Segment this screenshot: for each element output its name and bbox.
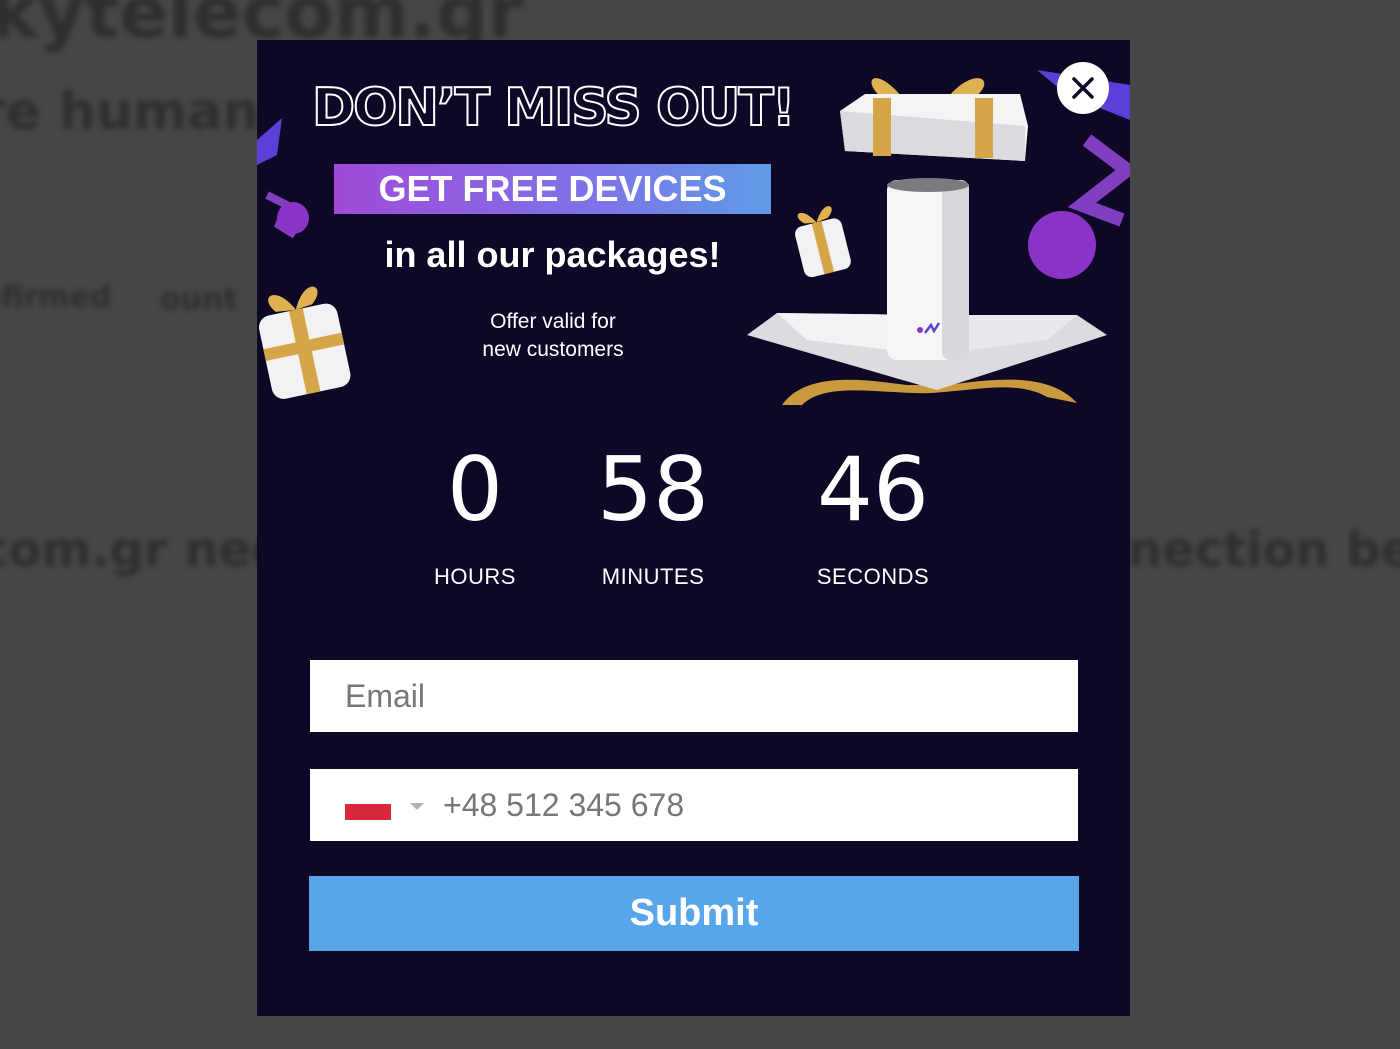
background-text: nfirmed (0, 280, 112, 315)
poland-flag-icon (345, 794, 391, 822)
email-field[interactable] (310, 660, 1078, 732)
countdown-minutes-label: MINUTES (601, 564, 705, 589)
gift-icon (258, 286, 351, 399)
submit-button[interactable]: Submit (309, 876, 1079, 951)
popup-headline: DON’T MISS OUT! (311, 77, 797, 139)
offer-note: Offer valid for new customers (403, 308, 703, 364)
offer-note-line: new customers (482, 338, 624, 361)
close-button[interactable] (1057, 62, 1109, 114)
countdown-hours-value: 0 (447, 438, 503, 541)
offer-note-line: Offer valid for (490, 310, 616, 333)
close-icon (1072, 77, 1094, 99)
popup-subheadline: in all our packages! (384, 234, 721, 275)
background-text: com.gr nee (0, 522, 284, 578)
promo-banner: GET FREE DEVICES (334, 164, 771, 214)
phone-input-group (310, 769, 1078, 841)
promo-popup: DON’T MISS OUT! GET FREE DEVICES in all … (257, 40, 1130, 1016)
router-device-image (747, 178, 1107, 405)
background-text: nection bef (1128, 522, 1400, 578)
background-text: ount (160, 282, 238, 317)
countdown-seconds-value: 46 (817, 438, 929, 541)
confetti-decoration (257, 118, 309, 239)
phone-field[interactable] (443, 769, 1063, 841)
promo-banner-text: GET FREE DEVICES (378, 168, 727, 209)
country-code-select[interactable] (310, 769, 435, 841)
chevron-down-icon (410, 803, 424, 810)
countdown-hours-label: HOURS (434, 564, 516, 589)
countdown-seconds-label: SECONDS (816, 564, 930, 589)
gift-lid-image (840, 78, 1028, 161)
countdown-minutes-value: 58 (597, 438, 709, 541)
